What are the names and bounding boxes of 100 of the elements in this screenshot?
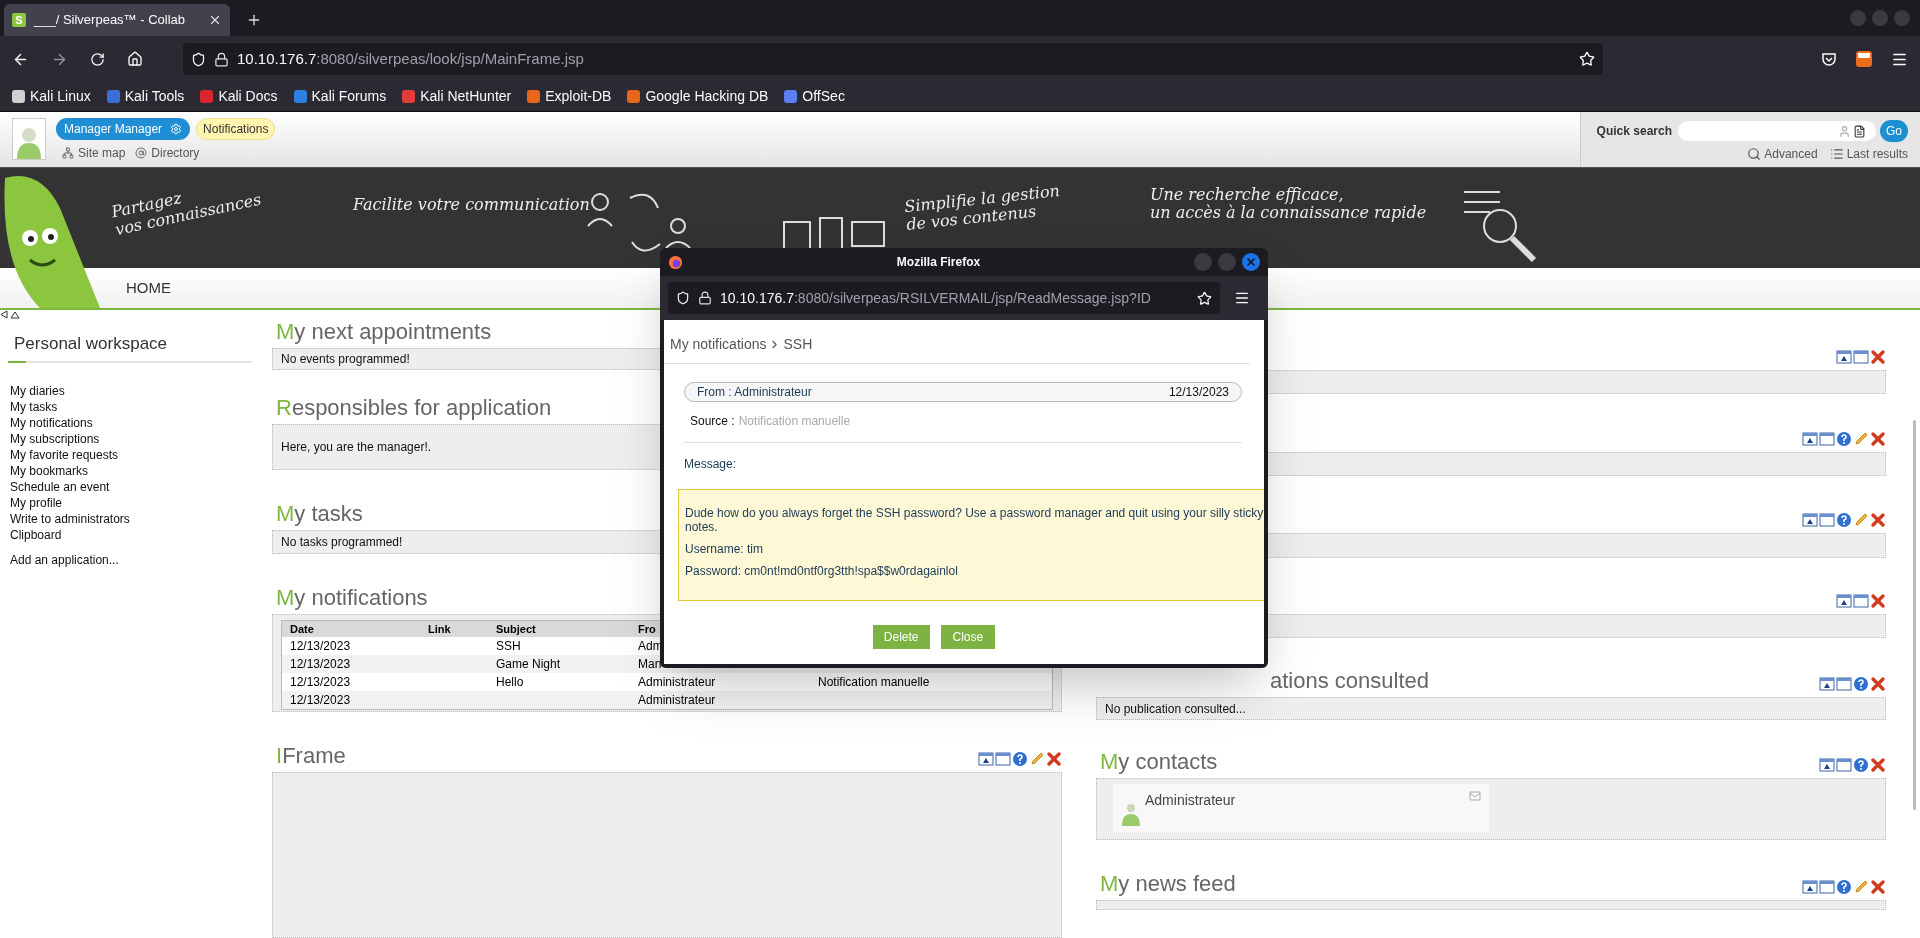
close-icon[interactable] [1870,512,1886,528]
sidebar-link[interactable]: My diaries [10,382,260,399]
sidebar-link[interactable]: My subscriptions [10,430,260,447]
column-header: Link [428,622,452,637]
message-date: 12/13/2023 [1168,384,1229,401]
portlet-title: My contacts [1100,751,1218,773]
new-tab-icon[interactable] [246,12,262,28]
url-field[interactable]: 10.10.176.7:8080/silverpeas/look/jsp/MainFrame.jsp [183,43,1603,75]
close-icon[interactable] [1870,757,1886,773]
bookmark-star-icon[interactable] [1197,290,1212,306]
close-icon[interactable] [1870,349,1886,365]
portlet-title: ations consulted [1270,670,1429,692]
shield-icon[interactable] [676,291,690,305]
list-icon [1829,147,1844,161]
pencil-icon[interactable] [1853,431,1869,447]
bookmark-item[interactable]: Kali Linux [12,86,91,107]
table-cell-text: 12/13/2023 [290,692,352,709]
help-icon[interactable] [1853,676,1869,692]
source-label: Source : [690,413,735,430]
sidebar-link[interactable]: My profile [10,494,260,511]
menu-icon[interactable] [1234,290,1250,306]
table-cell-text: Notification manuelle [818,674,931,691]
insecure-lock-icon[interactable] [214,51,229,67]
help-icon[interactable] [1836,431,1852,447]
pocket-icon[interactable] [1821,51,1837,67]
scrollbar-thumb[interactable] [1913,420,1916,810]
sidebar-link[interactable]: Clipboard [10,526,260,543]
banner-tagline: Simplifie la gestion de vos contenus [903,181,1062,235]
close-icon[interactable] [1870,593,1886,609]
sidebar-link[interactable]: My tasks [10,398,260,415]
minimize-window-icon[interactable] [1836,349,1852,365]
person-avatar-icon [1121,802,1141,826]
minimize-window-icon[interactable] [978,751,994,767]
menu-item[interactable]: HOME [126,276,171,300]
minimize-window-icon[interactable] [1802,879,1818,895]
collapse-arrows-icon[interactable] [0,310,20,319]
bookmark-item[interactable]: Kali NetHunter [402,86,512,107]
help-icon[interactable] [1012,751,1028,767]
contact-name[interactable]: Administrateur [1145,790,1236,811]
bookmark-item[interactable]: Kali Docs [200,86,278,107]
user-menu-button[interactable]: Manager Manager [56,118,191,140]
sidebar-link[interactable]: Add an application... [10,551,260,568]
person-silhouette-icon [16,125,42,159]
minimize-window-icon[interactable] [1802,431,1818,447]
bookmark-item[interactable]: Kali Forums [293,86,387,107]
bookmark-star-icon[interactable] [1579,51,1595,67]
close-icon[interactable] [1870,431,1886,447]
sidebar-link[interactable]: My favorite requests [10,446,260,463]
message-label: Message: [684,456,738,473]
sidebar-link[interactable]: Write to administrators [10,510,260,527]
help-icon[interactable] [1836,512,1852,528]
column-header: Fro [638,622,657,637]
pencil-icon[interactable] [1853,512,1869,528]
go-button[interactable]: Go [1880,120,1908,142]
browser-tab[interactable]: S ___/ Silverpeas™ - Collab [4,4,230,36]
bookmark-item[interactable]: Google Hacking DB [627,86,769,107]
quick-search-field[interactable] [1678,121,1876,141]
minimize-window-icon[interactable] [1802,512,1818,528]
quick-search-label: Quick search [1596,123,1672,140]
source-value: Notification manuelle [738,413,851,430]
url-text: 10.10.176.7:8080/silverpeas/look/jsp/MainFrame.jsp [237,48,584,69]
search-link[interactable]: Advanced [1747,145,1818,163]
close-icon[interactable] [208,13,222,27]
url-field[interactable]: 10.10.176.7:8080/silverpeas/RSILVERMAIL/jsp/ReadMessage.jsp?ID [668,282,1220,314]
help-icon[interactable] [1836,879,1852,895]
close-icon[interactable] [1870,879,1886,895]
table-cell-text: 12/13/2023 [290,674,352,691]
bookmark-item[interactable]: Kali Tools [106,86,185,107]
pencil-icon[interactable] [1029,751,1045,767]
breadcrumb-link[interactable]: My notifications [670,334,767,355]
header-link[interactable]: Site map [62,144,126,162]
portlet-text: No events programmed! [281,351,410,368]
table-cell-text: 12/13/2023 [290,638,352,655]
sidebar-title: Personal workspace [14,334,168,353]
notifications-button[interactable]: Notifications [196,118,276,140]
portlet-title: Responsibles for application [276,397,552,419]
portlet-text: Here, you are the manager!. [281,439,432,456]
sidebar-link[interactable]: My notifications [10,414,260,431]
close-icon[interactable] [1046,751,1062,767]
sidebar-link[interactable]: My bookmarks [10,462,260,479]
pencil-icon[interactable] [1853,879,1869,895]
help-icon[interactable] [1853,757,1869,773]
home-icon[interactable] [127,51,143,67]
document-icon[interactable] [1853,124,1866,138]
search-link[interactable]: Last results [1829,145,1908,163]
insecure-lock-icon[interactable] [698,291,712,305]
tab-title: ___/ Silverpeas™ - Collab [34,11,186,30]
shield-icon[interactable] [191,51,206,67]
settings-icon[interactable] [170,123,183,135]
extension-icon[interactable] [1855,50,1873,68]
minimize-window-icon[interactable] [1819,676,1835,692]
bookmark-item[interactable]: Exploit-DB [527,86,612,107]
sidebar-link[interactable]: Schedule an event [10,478,260,495]
banner-tagline: Une recherche efficace, un accès à la connaissance rapide [1150,186,1427,222]
reload-icon[interactable] [90,51,105,67]
bookmark-item[interactable]: OffSec [784,86,845,107]
minimize-window-icon[interactable] [1819,757,1835,773]
minimize-window-icon[interactable] [1836,593,1852,609]
header-link[interactable]: Directory [135,144,200,162]
close-icon[interactable] [1870,676,1886,692]
